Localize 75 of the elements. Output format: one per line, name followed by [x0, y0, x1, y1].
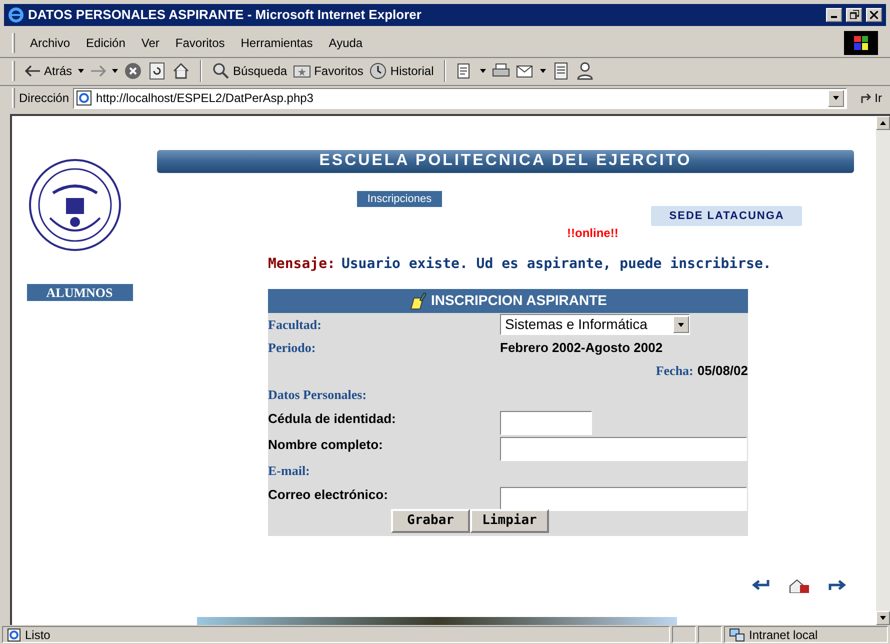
- windows-logo-icon: [844, 30, 878, 55]
- network-computer-icon: [729, 628, 745, 642]
- field-label: Correo electrónico:: [268, 486, 389, 504]
- vertical-scrollbar[interactable]: [876, 116, 890, 626]
- date-value: 05/08/02: [697, 362, 748, 380]
- toolbar-button[interactable]: Búsqueda: [212, 62, 288, 80]
- page-icon: [7, 628, 21, 642]
- form-button[interactable]: Grabar: [391, 508, 470, 533]
- restore-button[interactable]: [846, 8, 862, 22]
- input-field[interactable]: [500, 436, 747, 461]
- page-icon: [76, 90, 92, 106]
- field-label: Cédula de identidad:: [268, 410, 397, 428]
- address-label: Dirección: [19, 90, 70, 108]
- message-text: Usuario existe. Ud es aspirante, puede inscribirse.: [341, 254, 772, 274]
- menu-item[interactable]: Favoritos: [170, 34, 230, 52]
- caret-icon[interactable]: [78, 69, 84, 74]
- forward-arrow-icon[interactable]: [828, 578, 846, 591]
- stop-icon[interactable]: [124, 62, 142, 80]
- toolbar-button[interactable]: Favoritos: [293, 62, 364, 80]
- minimize-button[interactable]: [826, 8, 842, 22]
- minimize-icon: [831, 16, 837, 18]
- period-value: Febrero 2002-Agosto 2002: [500, 339, 663, 358]
- form-header: INSCRIPCION ASPIRANTE: [268, 288, 748, 313]
- back-arrow-icon: [25, 65, 41, 78]
- sidebar-button[interactable]: ALUMNOS: [26, 284, 132, 301]
- scroll-down-icon: [880, 616, 886, 620]
- section-heading: Datos Personales:: [268, 386, 367, 404]
- input-field[interactable]: [500, 410, 592, 435]
- faculty-dropdown[interactable]: Sistemas e Informática: [500, 314, 690, 336]
- sede-label: SEDE LATACUNGA: [651, 206, 802, 226]
- section-heading: E-mail:: [268, 462, 310, 480]
- home-icon[interactable]: [172, 62, 190, 80]
- menu-item[interactable]: Edición: [81, 34, 130, 52]
- caret-icon[interactable]: [112, 69, 118, 74]
- window-title: DATOS PERSONALES ASPIRANTE - Microsoft Internet Explorer: [28, 6, 422, 24]
- date-label: Fecha:: [656, 362, 694, 380]
- notepad-pen-icon: [408, 290, 427, 311]
- caret-icon[interactable]: [678, 322, 684, 327]
- clock-icon: [369, 62, 388, 80]
- field-label: Periodo:: [268, 339, 317, 358]
- home-icon[interactable]: [788, 578, 810, 593]
- browser-logo-icon: [8, 6, 24, 23]
- toolbar-button[interactable]: Historial: [369, 62, 434, 80]
- status-pane: [672, 626, 696, 644]
- status-text: Listo: [25, 626, 50, 644]
- online-text: !!online!!: [567, 224, 618, 242]
- scroll-up-icon: [880, 120, 886, 125]
- address-field[interactable]: http://localhost/ESPEL2/DatPerAsp.php3: [73, 88, 847, 109]
- field-label: Nombre completo:: [268, 436, 384, 454]
- caret-icon[interactable]: [540, 69, 546, 74]
- field-label: Facultad:: [268, 316, 322, 334]
- person-icon[interactable]: [576, 62, 594, 80]
- go-button[interactable]: Ir: [858, 89, 882, 108]
- menu-item[interactable]: Herramientas: [236, 34, 318, 52]
- caret-icon[interactable]: [832, 96, 839, 100]
- back-arrow-icon[interactable]: [752, 578, 770, 591]
- close-button[interactable]: [866, 8, 882, 22]
- document-icon[interactable]: [552, 62, 570, 80]
- zone-text: Intranet local: [749, 626, 818, 644]
- inscripciones-link[interactable]: Inscripciones: [357, 190, 442, 207]
- go-arrow-icon: [858, 91, 873, 106]
- restore-icon: [850, 10, 858, 20]
- form-button[interactable]: Limpiar: [470, 508, 549, 533]
- banner: ESCUELA POLITECNICA DEL EJERCITO: [157, 150, 854, 173]
- refresh-icon[interactable]: [148, 62, 166, 80]
- menu-item[interactable]: Ayuda: [324, 34, 368, 52]
- status-pane: [698, 626, 722, 644]
- toolbar-button[interactable]: Atrás: [25, 62, 72, 80]
- menu-item[interactable]: Archivo: [25, 34, 76, 52]
- caret-icon[interactable]: [480, 69, 486, 74]
- search-icon: [212, 62, 230, 80]
- message-label: Mensaje:: [268, 254, 336, 274]
- input-field[interactable]: [500, 486, 747, 511]
- menu-item[interactable]: Ver: [136, 34, 164, 52]
- close-icon: [870, 10, 878, 19]
